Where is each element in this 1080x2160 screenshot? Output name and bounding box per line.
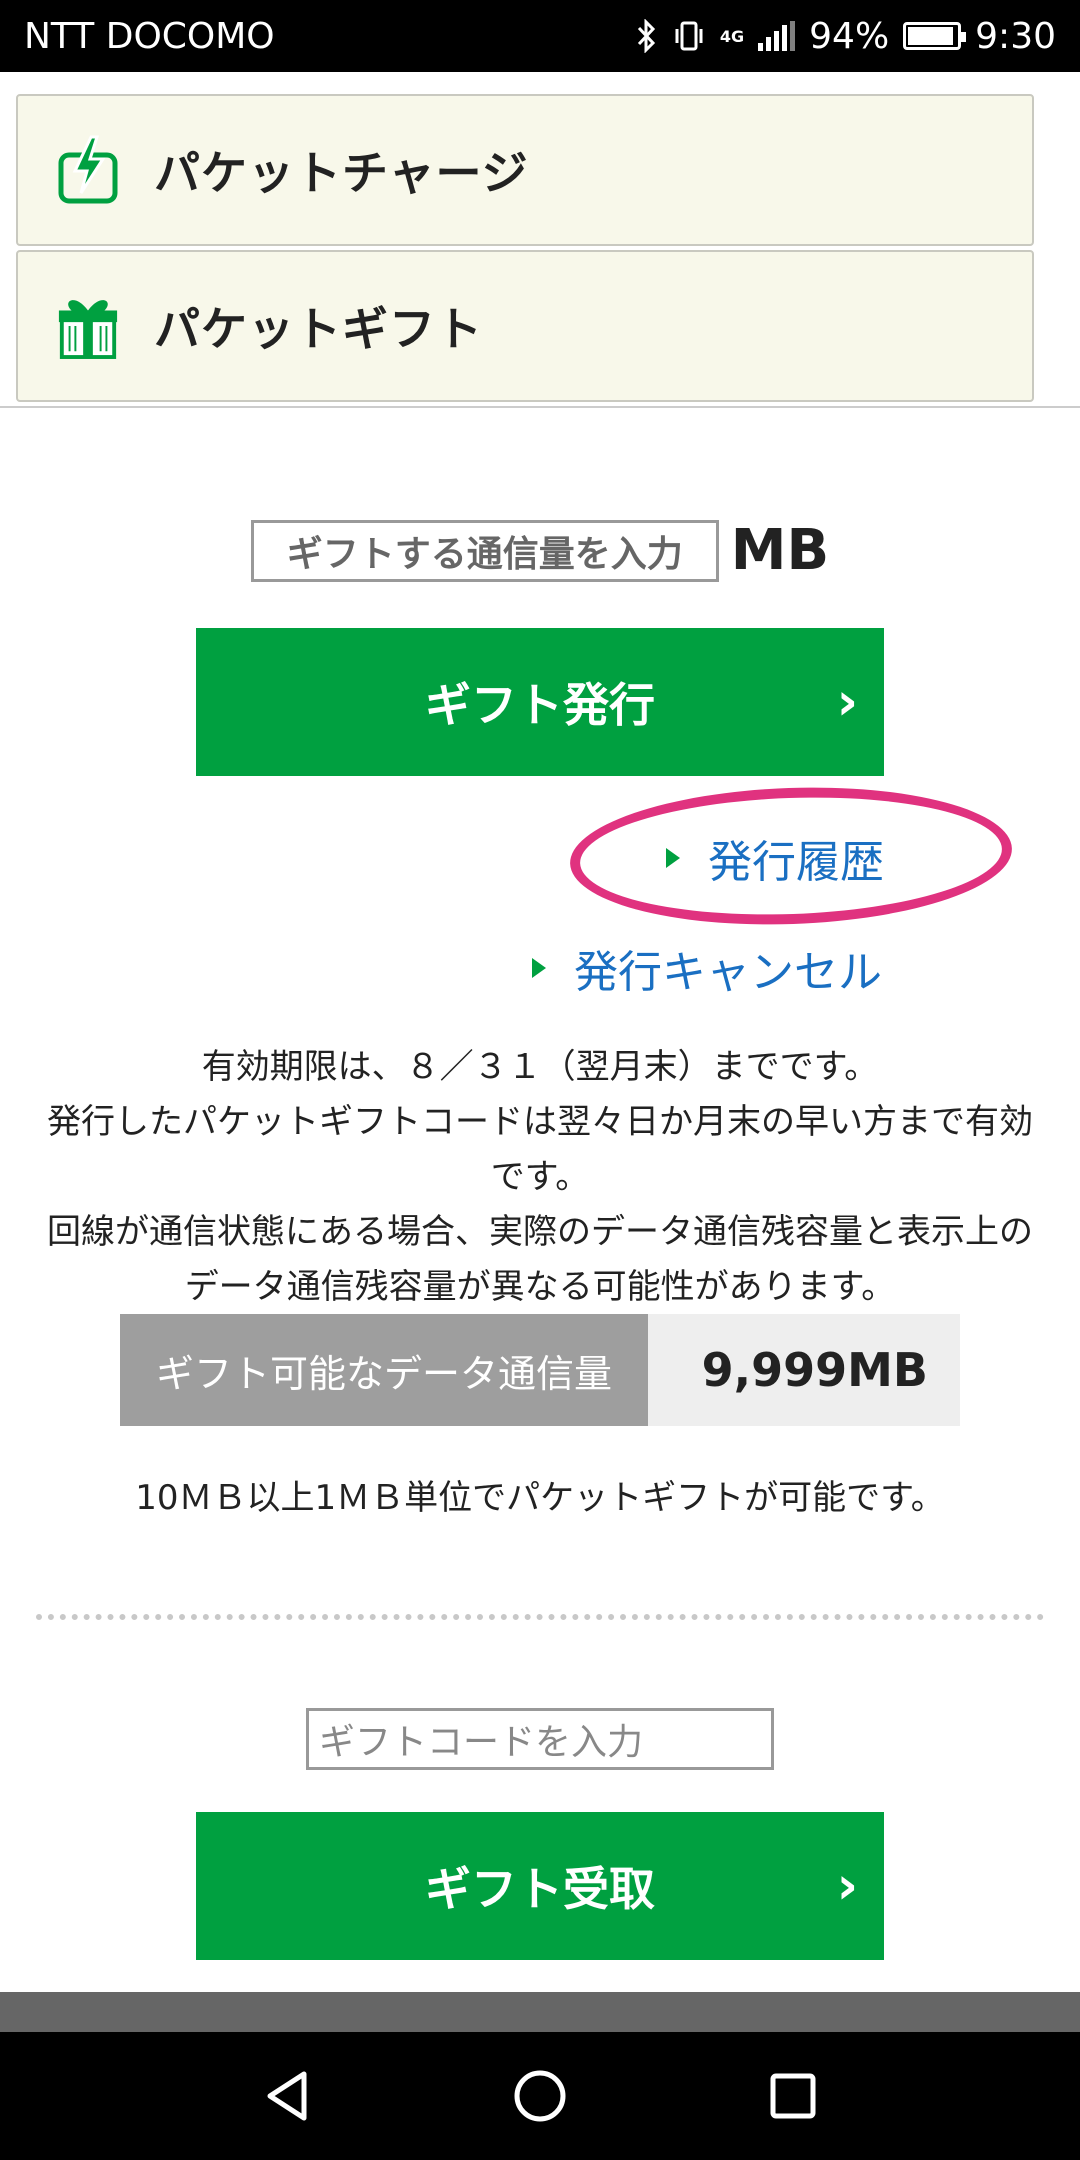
- notice-remaining-capacity: 回線が通信状態にある場合、実際のデータ通信残容量と表示上のデータ通信残容量が異な…: [47, 1212, 1033, 1307]
- footer-bar: [0, 1992, 1080, 2032]
- recents-icon[interactable]: [753, 2056, 833, 2136]
- notice-code-validity: 発行したパケットギフトコードは翌々日か月末の早い方まで有効です。: [47, 1102, 1033, 1197]
- carrier-name: NTT DOCOMO: [24, 15, 275, 57]
- issue-history-link[interactable]: 発行履歴: [666, 826, 884, 890]
- charge-icon: [56, 132, 120, 208]
- clock: 9:30: [975, 15, 1056, 57]
- notice-expiry: 有効期限は、８／３１（翌月末）までです。: [201, 1047, 879, 1087]
- menu-packet-charge-label: パケットチャージ: [154, 146, 529, 200]
- gift-issue-button-label: ギフト発行: [425, 678, 655, 732]
- back-icon[interactable]: [247, 2056, 327, 2136]
- battery-icon: [903, 22, 967, 50]
- giftable-data-row: ギフト可能なデータ通信量 9,999MB: [120, 1314, 960, 1426]
- chevron-right-icon: ›: [836, 672, 858, 732]
- status-icons: 4G 94% 9:30: [636, 16, 1056, 57]
- issue-cancel-label: 発行キャンセル: [574, 947, 882, 998]
- battery-percent: 94%: [809, 15, 890, 57]
- section-divider: [0, 406, 1080, 408]
- dotted-divider: [36, 1614, 1044, 1620]
- menu-packet-gift-label: パケットギフト: [154, 302, 483, 356]
- giftable-data-label: ギフト可能なデータ通信量: [120, 1314, 648, 1426]
- android-nav-bar: [0, 2032, 1080, 2160]
- triangle-right-icon: [666, 848, 680, 868]
- triangle-right-icon: [532, 958, 546, 978]
- gift-receive-button-label: ギフト受取: [425, 1862, 655, 1916]
- network-type-icon: 4G: [719, 26, 745, 46]
- giftable-data-value: 9,999MB: [648, 1314, 960, 1426]
- gift-amount-input[interactable]: ギフトする通信量を入力: [250, 519, 719, 582]
- menu-packet-charge[interactable]: パケットチャージ: [16, 94, 1034, 246]
- vibrate-icon: [672, 19, 706, 53]
- menu-packet-gift[interactable]: パケットギフト: [16, 250, 1034, 402]
- signal-strength-icon: [758, 21, 796, 51]
- status-bar: NTT DOCOMO 4G 94% 9:30: [0, 0, 1080, 72]
- home-icon[interactable]: [500, 2056, 580, 2136]
- issue-cancel-link[interactable]: 発行キャンセル: [532, 936, 882, 1000]
- gift-issue-button[interactable]: ギフト発行 ›: [196, 628, 884, 776]
- notice-text: 有効期限は、８／３１（翌月末）までです。 発行したパケットギフトコードは翌々日か…: [40, 1040, 1040, 1315]
- gift-amount-unit: MB: [730, 518, 830, 583]
- gift-receive-button[interactable]: ギフト受取 ›: [196, 1812, 884, 1960]
- gift-icon: [56, 288, 120, 364]
- gift-unit-note: 10ＭＢ以上1ＭＢ単位でパケットギフトが可能です。: [135, 1478, 945, 1518]
- issue-history-label: 発行履歴: [708, 837, 884, 888]
- chevron-right-icon: ›: [836, 1856, 858, 1916]
- gift-code-input[interactable]: ギフトコードを入力: [306, 1708, 774, 1770]
- bluetooth-icon: [636, 19, 658, 53]
- gift-amount-row: ギフトする通信量を入力 MB: [0, 518, 1080, 583]
